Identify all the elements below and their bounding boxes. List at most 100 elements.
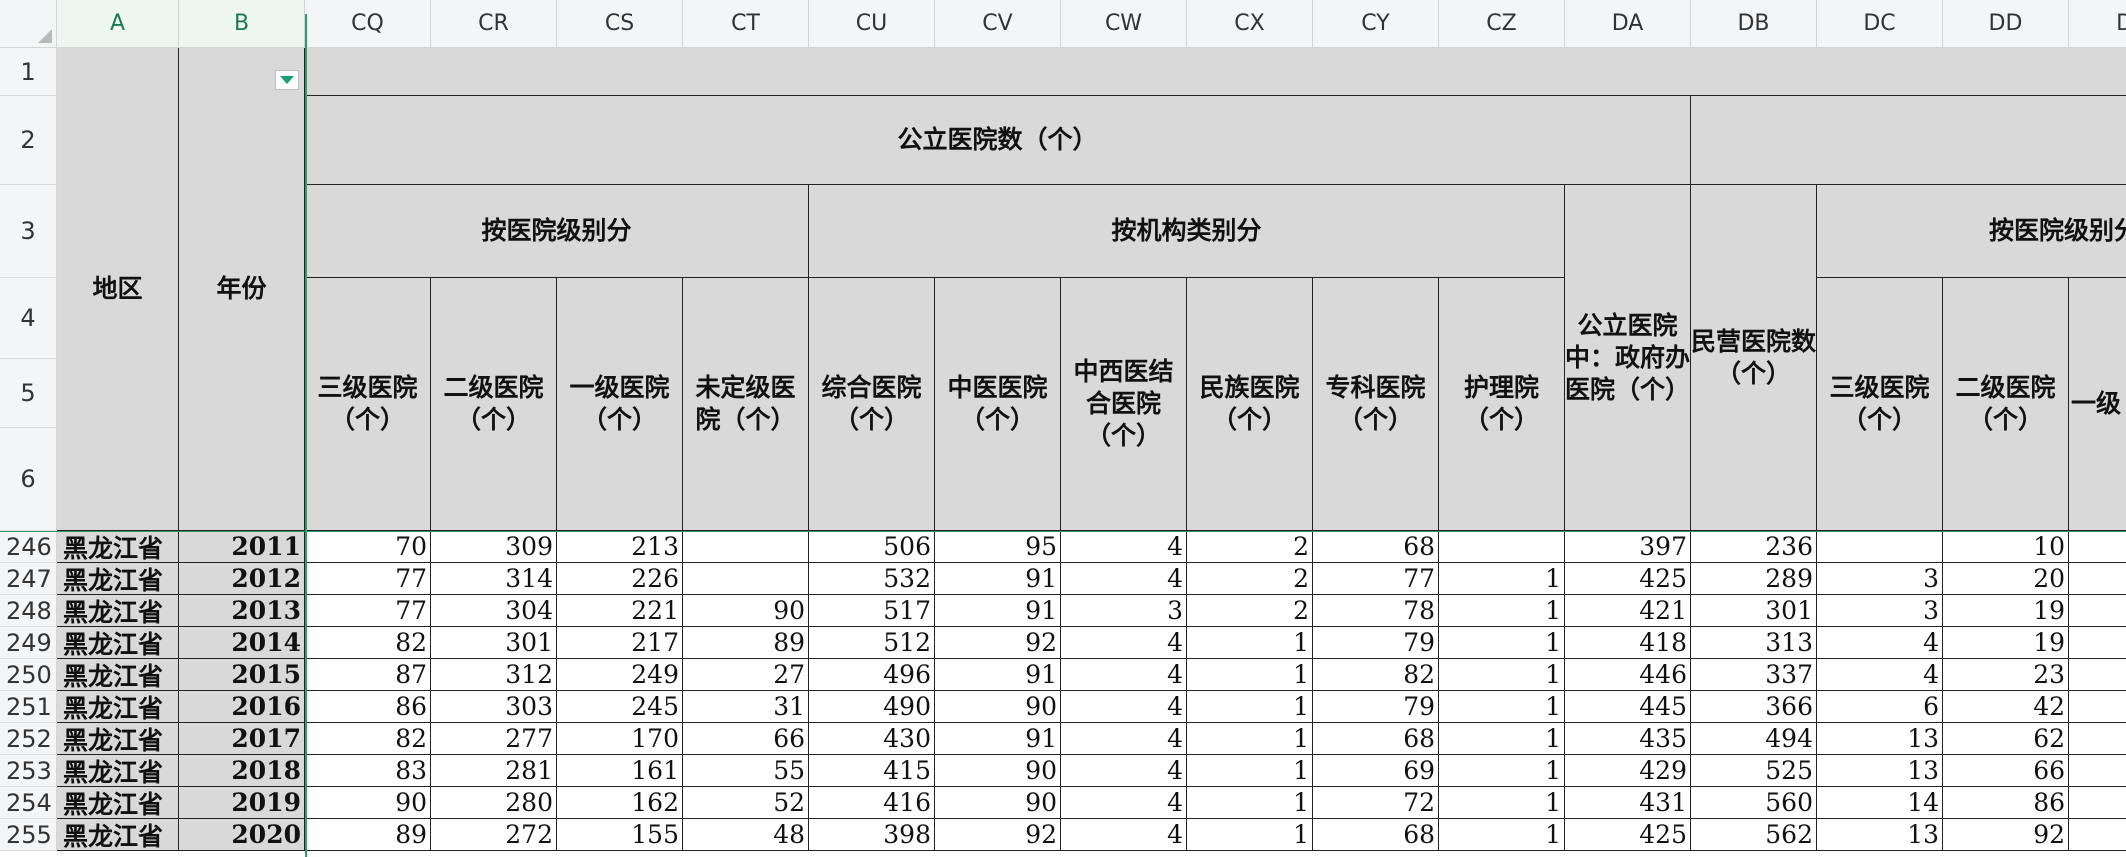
data-cell[interactable]: 425	[1565, 563, 1691, 595]
year-cell[interactable]: 2020	[179, 819, 305, 851]
data-cell[interactable]	[2069, 723, 2126, 755]
data-cell[interactable]: 86	[1943, 787, 2069, 819]
column-header-b[interactable]: B	[179, 0, 305, 48]
year-cell[interactable]: 2011	[179, 531, 305, 563]
header-private[interactable]: 民营医院数（个）	[1691, 185, 1817, 531]
data-cell[interactable]: 562	[1691, 819, 1817, 851]
data-cell[interactable]: 1	[1187, 691, 1313, 723]
data-cell[interactable]: 277	[431, 723, 557, 755]
column-header-cu[interactable]: CU	[809, 0, 935, 48]
data-cell[interactable]: 91	[935, 595, 1061, 627]
data-cell[interactable]	[2069, 787, 2126, 819]
column-header-cz[interactable]: CZ	[1439, 0, 1565, 48]
data-cell[interactable]: 1	[1187, 723, 1313, 755]
data-cell[interactable]: 1	[1439, 595, 1565, 627]
row-header[interactable]: 246	[0, 531, 57, 563]
header-specialized[interactable]: 专科医院（个）	[1313, 278, 1439, 531]
data-cell[interactable]	[2069, 659, 2126, 691]
data-cell[interactable]: 245	[557, 691, 683, 723]
header-general[interactable]: 综合医院（个）	[809, 278, 935, 531]
row-header-4[interactable]: 4	[0, 278, 57, 359]
column-header-cq[interactable]: CQ	[305, 0, 431, 48]
data-cell[interactable]: 4	[1061, 755, 1187, 787]
data-cell[interactable]	[2069, 595, 2126, 627]
row-header-2[interactable]: 2	[0, 96, 57, 185]
data-cell[interactable]: 3	[1061, 595, 1187, 627]
data-cell[interactable]: 66	[683, 723, 809, 755]
row-header[interactable]: 252	[0, 723, 57, 755]
data-cell[interactable]: 249	[557, 659, 683, 691]
data-cell[interactable]	[2069, 691, 2126, 723]
data-cell[interactable]: 4	[1061, 723, 1187, 755]
row-header-1[interactable]: 1	[0, 48, 57, 96]
region-cell[interactable]: 黑龙江省	[57, 819, 179, 851]
row-header[interactable]: 251	[0, 691, 57, 723]
data-cell[interactable]: 2	[1187, 595, 1313, 627]
year-cell[interactable]: 2016	[179, 691, 305, 723]
column-header-cr[interactable]: CR	[431, 0, 557, 48]
data-cell[interactable]: 91	[935, 563, 1061, 595]
data-cell[interactable]: 445	[1565, 691, 1691, 723]
data-cell[interactable]: 90	[683, 595, 809, 627]
data-cell[interactable]: 1	[1187, 819, 1313, 851]
data-cell[interactable]: 52	[683, 787, 809, 819]
header-secondary[interactable]: 二级医院（个）	[431, 278, 557, 531]
data-cell[interactable]: 301	[431, 627, 557, 659]
data-cell[interactable]: 68	[1313, 531, 1439, 563]
data-cell[interactable]: 42	[1943, 691, 2069, 723]
data-cell[interactable]: 301	[1691, 595, 1817, 627]
data-cell[interactable]: 506	[809, 531, 935, 563]
data-cell[interactable]: 48	[683, 819, 809, 851]
column-header-db[interactable]: DB	[1691, 0, 1817, 48]
data-cell[interactable]: 92	[935, 627, 1061, 659]
data-cell[interactable]: 161	[557, 755, 683, 787]
data-cell[interactable]: 421	[1565, 595, 1691, 627]
data-cell[interactable]: 494	[1691, 723, 1817, 755]
data-cell[interactable]	[683, 531, 809, 563]
data-cell[interactable]: 82	[305, 723, 431, 755]
data-cell[interactable]: 430	[809, 723, 935, 755]
header-tertiary[interactable]: 三级医院（个）	[305, 278, 431, 531]
data-cell[interactable]: 14	[1817, 787, 1943, 819]
data-cell[interactable]: 170	[557, 723, 683, 755]
data-cell[interactable]: 77	[1313, 563, 1439, 595]
header-tertiary_r[interactable]: 三级医院（个）	[1817, 278, 1943, 531]
header-nursing[interactable]: 护理院（个）	[1439, 278, 1565, 531]
data-cell[interactable]: 91	[935, 723, 1061, 755]
year-cell[interactable]: 2018	[179, 755, 305, 787]
row-header[interactable]: 253	[0, 755, 57, 787]
data-cell[interactable]: 77	[305, 595, 431, 627]
data-cell[interactable]: 309	[431, 531, 557, 563]
data-cell[interactable]: 27	[683, 659, 809, 691]
data-cell[interactable]: 70	[305, 531, 431, 563]
data-cell[interactable]: 13	[1817, 819, 1943, 851]
region-cell[interactable]: 黑龙江省	[57, 531, 179, 563]
data-cell[interactable]: 2	[1187, 531, 1313, 563]
header-ethnic[interactable]: 民族医院（个）	[1187, 278, 1313, 531]
row-header-5[interactable]: 5	[0, 359, 57, 428]
header-primary[interactable]: 一级医院（个）	[557, 278, 683, 531]
data-cell[interactable]: 1	[1439, 755, 1565, 787]
year-cell[interactable]: 2015	[179, 659, 305, 691]
data-cell[interactable]: 82	[1313, 659, 1439, 691]
data-cell[interactable]: 90	[305, 787, 431, 819]
data-cell[interactable]: 4	[1061, 787, 1187, 819]
data-cell[interactable]: 517	[809, 595, 935, 627]
header-by-type[interactable]: 按机构类别分	[809, 185, 1565, 278]
data-cell[interactable]: 77	[305, 563, 431, 595]
data-cell[interactable]: 496	[809, 659, 935, 691]
data-cell[interactable]: 429	[1565, 755, 1691, 787]
data-cell[interactable]: 23	[1943, 659, 2069, 691]
data-cell[interactable]: 20	[1943, 563, 2069, 595]
data-cell[interactable]: 560	[1691, 787, 1817, 819]
year-cell[interactable]: 2013	[179, 595, 305, 627]
data-cell[interactable]: 366	[1691, 691, 1817, 723]
region-cell[interactable]: 黑龙江省	[57, 627, 179, 659]
data-cell[interactable]: 10	[1943, 531, 2069, 563]
data-cell[interactable]: 31	[683, 691, 809, 723]
data-cell[interactable]: 490	[809, 691, 935, 723]
data-cell[interactable]: 313	[1691, 627, 1817, 659]
data-cell[interactable]: 1	[1439, 627, 1565, 659]
header-tcm[interactable]: 中医医院（个）	[935, 278, 1061, 531]
header-by-level-right[interactable]: 按医院级别分	[1817, 185, 2126, 278]
